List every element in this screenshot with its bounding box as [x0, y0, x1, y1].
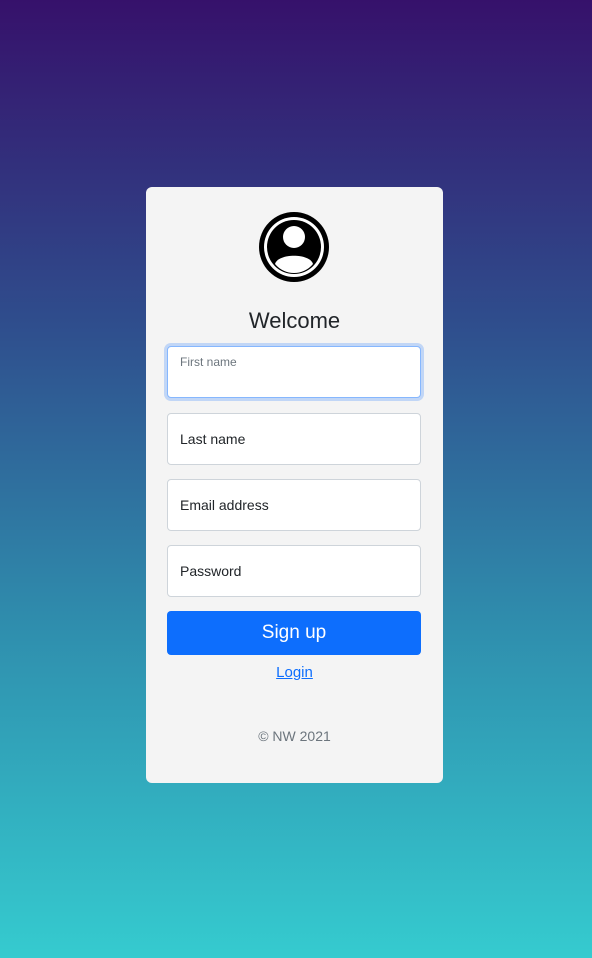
first-name-input[interactable]: [180, 371, 408, 391]
login-link[interactable]: Login: [276, 664, 313, 681]
last-name-label: Last name: [180, 431, 246, 447]
welcome-title: Welcome: [248, 308, 341, 333]
email-field[interactable]: Email address: [167, 479, 421, 531]
copyright-footer: © NW 2021: [258, 728, 331, 744]
sign-up-button[interactable]: Sign up: [167, 611, 421, 655]
email-label: Email address: [180, 497, 269, 513]
first-name-label: First name: [180, 355, 237, 369]
password-label: Password: [180, 563, 242, 579]
password-field[interactable]: Password: [167, 545, 421, 597]
first-name-field[interactable]: First name: [167, 346, 421, 398]
last-name-field[interactable]: Last name: [167, 413, 421, 465]
user-avatar-icon: [259, 212, 329, 282]
login-link-row: Login: [146, 664, 443, 681]
signup-card: Welcome First name Last name Email addre…: [146, 187, 443, 783]
